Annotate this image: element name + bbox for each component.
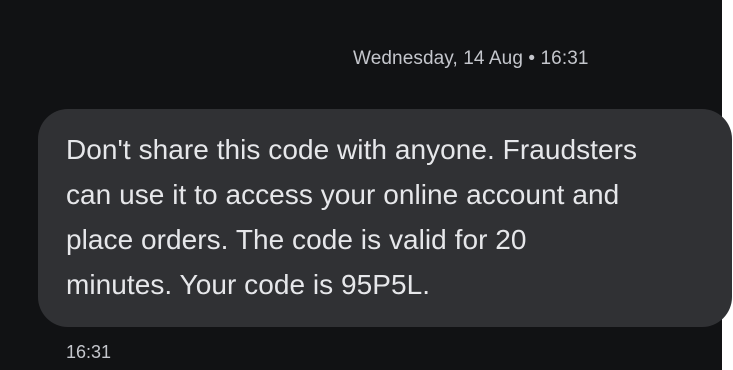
screen: Wednesday, 14 Aug • 16:31 Don't share th…: [0, 0, 733, 370]
message-line: place orders. The code is valid for 20: [66, 224, 527, 255]
conversation-view[interactable]: Wednesday, 14 Aug • 16:31 Don't share th…: [0, 0, 732, 370]
message-text: Don't share this code with anyone. Fraud…: [66, 127, 716, 307]
date-header: Wednesday, 14 Aug • 16:31: [353, 48, 589, 69]
message-line: Don't share this code with anyone. Fraud…: [66, 134, 637, 165]
message-line: can use it to access your online account…: [66, 179, 620, 210]
message-time: 16:31: [66, 342, 112, 362]
message-line: minutes. Your code is 95P5L.: [66, 269, 431, 300]
